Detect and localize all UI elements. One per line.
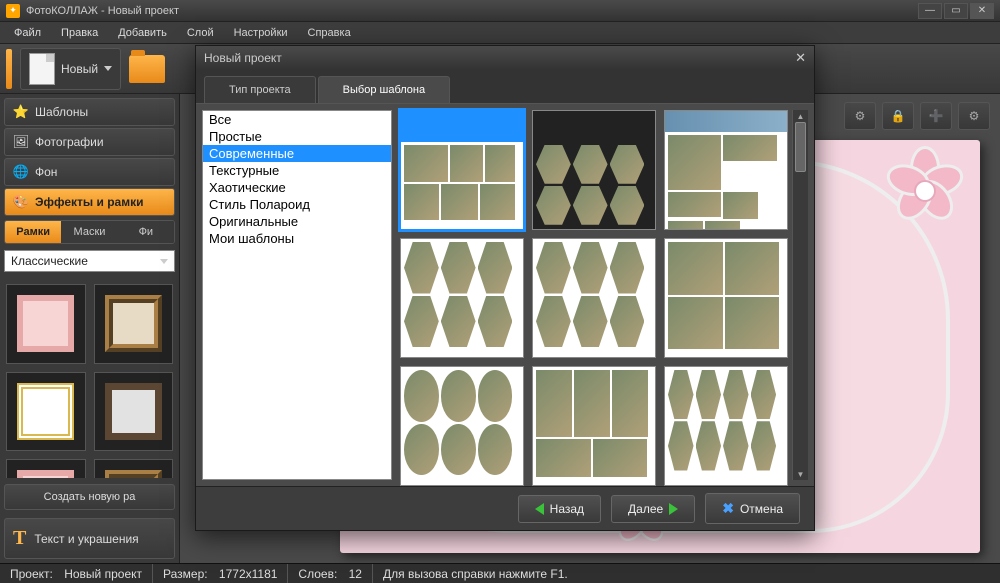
template-thumb[interactable]: [664, 366, 788, 486]
tab-project-type[interactable]: Тип проекта: [204, 76, 316, 103]
tab-template-select[interactable]: Выбор шаблона: [318, 76, 450, 103]
category-item[interactable]: Простые: [203, 128, 391, 145]
dialog-body: Все Простые Современные Текстурные Хаоти…: [196, 103, 814, 486]
category-item[interactable]: Оригинальные: [203, 213, 391, 230]
cancel-icon: ✖: [722, 500, 734, 517]
category-item[interactable]: Все: [203, 111, 391, 128]
category-item[interactable]: Хаотические: [203, 179, 391, 196]
category-item-selected[interactable]: Современные: [203, 145, 391, 162]
dialog-footer: Назад Далее ✖Отмена: [196, 486, 814, 530]
back-button[interactable]: Назад: [518, 495, 601, 523]
template-category-list[interactable]: Все Простые Современные Текстурные Хаоти…: [202, 110, 392, 480]
dialog-title: Новый проект: [204, 51, 282, 65]
next-button[interactable]: Далее: [611, 495, 695, 523]
new-project-dialog: Новый проект ✕ Тип проекта Выбор шаблона…: [195, 45, 815, 531]
dialog-titlebar: Новый проект ✕: [196, 46, 814, 70]
arrow-right-icon: [669, 503, 678, 515]
template-scrollbar[interactable]: ▲ ▼: [792, 110, 808, 480]
scroll-up-icon[interactable]: ▲: [793, 110, 808, 122]
cancel-button[interactable]: ✖Отмена: [705, 493, 800, 524]
category-item[interactable]: Мои шаблоны: [203, 230, 391, 247]
template-thumb[interactable]: [664, 110, 788, 230]
scroll-down-icon[interactable]: ▼: [793, 468, 808, 480]
modal-overlay: Новый проект ✕ Тип проекта Выбор шаблона…: [0, 0, 1000, 583]
dialog-tabs: Тип проекта Выбор шаблона: [196, 70, 814, 103]
template-thumb[interactable]: [664, 238, 788, 358]
template-thumb[interactable]: [532, 110, 656, 230]
template-thumb[interactable]: [400, 366, 524, 486]
template-thumb-selected[interactable]: [400, 110, 524, 230]
template-grid: [392, 104, 792, 486]
dialog-close-button[interactable]: ✕: [795, 50, 806, 66]
category-item[interactable]: Стиль Полароид: [203, 196, 391, 213]
template-thumb[interactable]: [400, 238, 524, 358]
category-item[interactable]: Текстурные: [203, 162, 391, 179]
template-thumb[interactable]: [532, 238, 656, 358]
template-thumb[interactable]: [532, 366, 656, 486]
arrow-left-icon: [535, 503, 544, 515]
scroll-thumb[interactable]: [795, 122, 806, 172]
